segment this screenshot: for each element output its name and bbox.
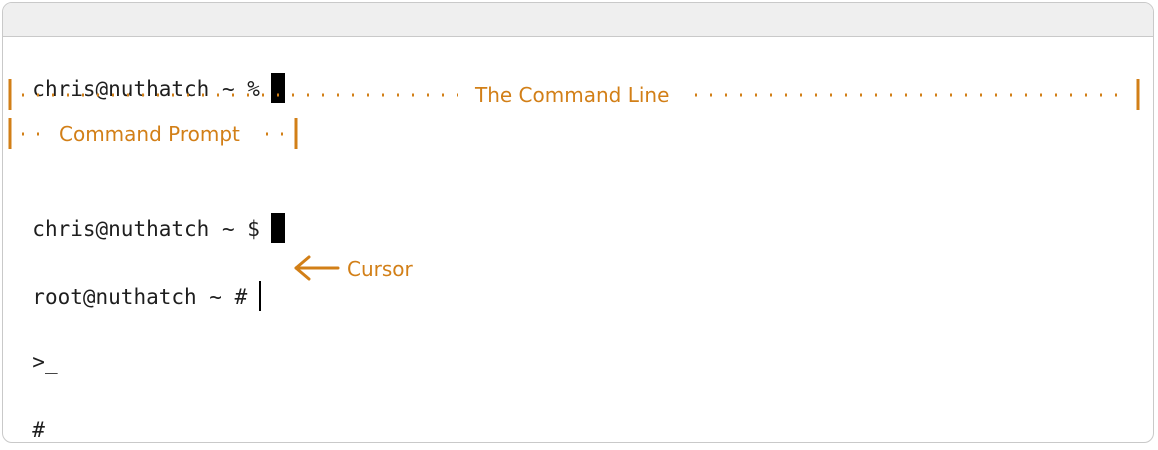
prompt-text-5: # (32, 418, 45, 442)
terminal-line-1: chris@nuthatch ~ % (7, 47, 285, 103)
block-cursor-1 (270, 73, 285, 103)
prompt-text-4: >_ (32, 350, 58, 374)
prompt-text-3: root@nuthatch ~ # (32, 285, 248, 309)
prompt-text-1: chris@nuthatch ~ % (32, 77, 260, 101)
command-prompt-label: Command Prompt (59, 122, 240, 146)
cursor-label: Cursor (347, 257, 413, 281)
bar-cursor (259, 281, 262, 311)
block-cursor-2 (270, 213, 285, 243)
window-titlebar (3, 3, 1153, 37)
terminal-line-3: root@nuthatch ~ # (7, 255, 262, 311)
prompt-text-2: chris@nuthatch ~ $ (32, 217, 260, 241)
terminal-line-4: >_ (7, 323, 58, 375)
command-line-label: The Command Line (475, 83, 670, 107)
terminal-line-2: chris@nuthatch ~ $ (7, 187, 285, 243)
terminal-line-5: # (7, 391, 45, 443)
